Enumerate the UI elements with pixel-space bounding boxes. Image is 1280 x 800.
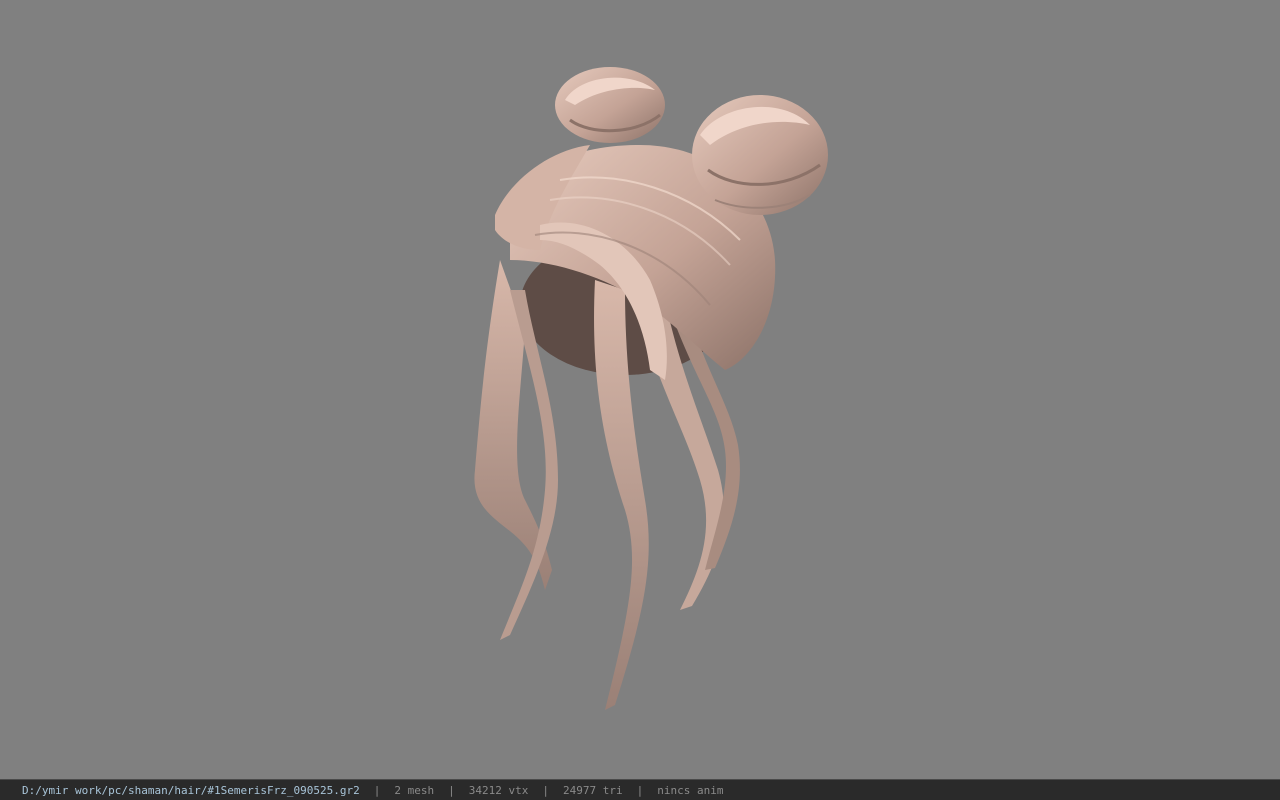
status-bar: D:/ymir work/pc/shaman/hair/#1SemerisFrz… [0, 779, 1280, 800]
vertex-count: 34212 vtx [468, 783, 529, 797]
separator: | [448, 783, 455, 797]
hair-model[interactable] [440, 50, 860, 730]
triangle-count: 24977 tri [563, 783, 623, 797]
separator: | [373, 783, 381, 797]
anim-status: nincs anim [657, 783, 724, 797]
separator: | [636, 783, 644, 797]
mesh-count: 2 mesh [394, 783, 435, 797]
file-path: D:/ymir work/pc/shaman/hair/#1SemerisFrz… [22, 783, 360, 797]
3d-viewport[interactable] [0, 0, 1280, 779]
separator: | [542, 783, 549, 797]
